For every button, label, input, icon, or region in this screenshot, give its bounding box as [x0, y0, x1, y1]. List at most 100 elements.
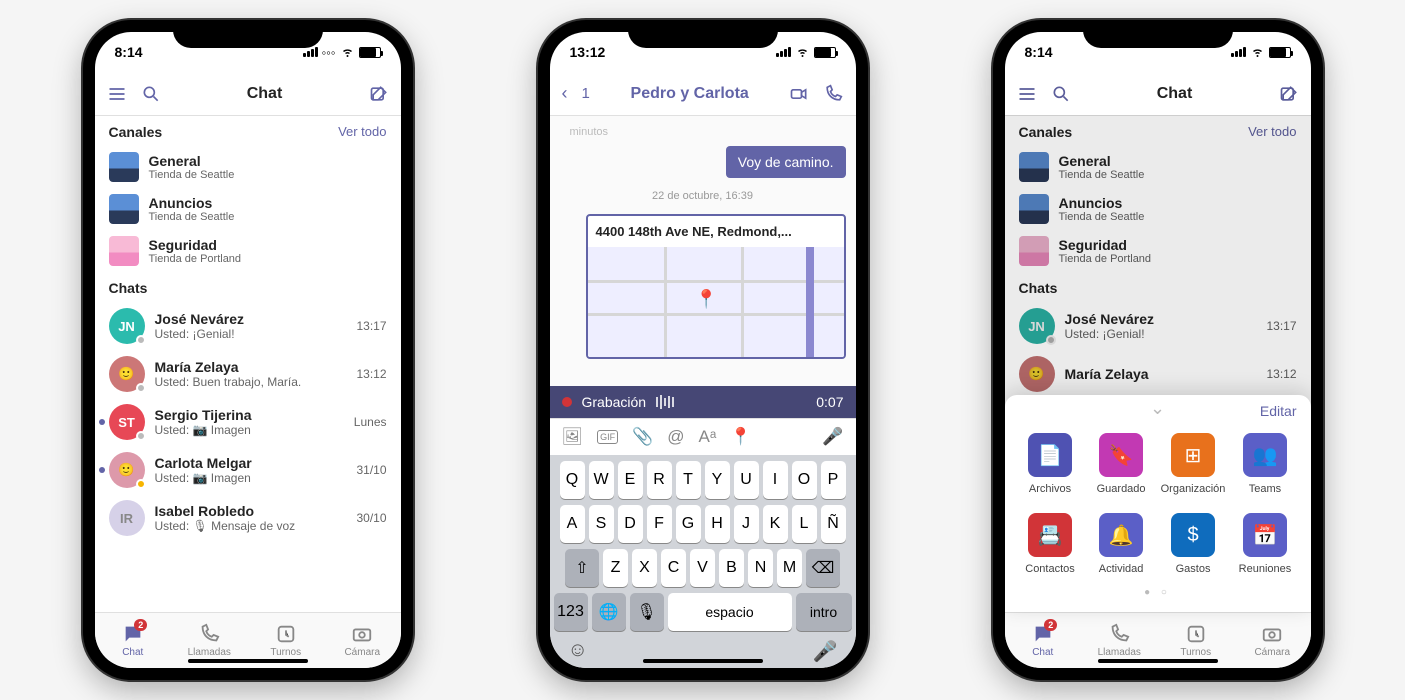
app-teams[interactable]: 👥Teams	[1233, 433, 1296, 495]
phone-app-drawer: 8:14 Chat CanalesVer todo GeneralTienda …	[993, 20, 1323, 680]
app-actividad[interactable]: 🔔Actividad	[1090, 513, 1153, 575]
menu-icon[interactable]	[107, 84, 127, 104]
key-j[interactable]: J	[734, 505, 759, 543]
back-button[interactable]: ‹1	[562, 83, 590, 104]
chat-preview: Usted: 📷 Imagen	[155, 471, 347, 485]
emoji-key[interactable]: ☺	[568, 639, 588, 664]
key-g[interactable]: G	[676, 505, 701, 543]
key-s[interactable]: S	[589, 505, 614, 543]
key-k[interactable]: K	[763, 505, 788, 543]
tab-label: Llamadas	[188, 647, 231, 658]
video-call-icon[interactable]	[789, 84, 809, 104]
attach-icon[interactable]: 📎	[632, 427, 653, 447]
key-p[interactable]: P	[821, 461, 846, 499]
key-x[interactable]: X	[632, 549, 657, 587]
channel-row[interactable]: GeneralTienda de Seattle	[95, 146, 401, 188]
tab-chat[interactable]: 2Chat	[1005, 613, 1082, 668]
numbers-key[interactable]: 123	[554, 593, 588, 631]
format-icon[interactable]: Aᵃ	[699, 427, 717, 447]
keyboard-mic-key[interactable]: 🎤	[813, 639, 838, 664]
key-f[interactable]: F	[647, 505, 672, 543]
chat-body[interactable]: minutos Voy de camino. 22 de octubre, 16…	[550, 116, 856, 386]
key-h[interactable]: H	[705, 505, 730, 543]
key-i[interactable]: I	[763, 461, 788, 499]
key-q[interactable]: Q	[560, 461, 585, 499]
app-reuniones[interactable]: 📅Reuniones	[1233, 513, 1296, 575]
key-l[interactable]: L	[792, 505, 817, 543]
enter-key[interactable]: intro	[796, 593, 852, 631]
chat-row[interactable]: 🙂Carlota MelgarUsted: 📷 Imagen31/10	[95, 446, 401, 494]
key-u[interactable]: U	[734, 461, 759, 499]
call-icon[interactable]	[823, 84, 843, 104]
key-r[interactable]: R	[647, 461, 672, 499]
tab-camera[interactable]: Cámara	[324, 613, 401, 668]
app-organización[interactable]: ⊞Organización	[1161, 433, 1226, 495]
channel-sub: Tienda de Seattle	[149, 169, 235, 181]
chat-preview: Usted: ¡Genial!	[155, 327, 347, 341]
chat-row[interactable]: JNJosé NevárezUsted: ¡Genial!13:17	[95, 302, 401, 350]
unread-indicator	[99, 419, 105, 425]
chat-title[interactable]: Pedro y Carlota	[631, 85, 749, 103]
search-icon[interactable]	[1051, 84, 1071, 104]
camera-icon	[1261, 623, 1283, 645]
mic-icon[interactable]: 🎤	[822, 427, 843, 447]
recording-bar[interactable]: Grabación 0:07	[550, 386, 856, 418]
menu-icon[interactable]	[1017, 84, 1037, 104]
app-archivos[interactable]: 📄Archivos	[1019, 433, 1082, 495]
key-a[interactable]: A	[560, 505, 585, 543]
channel-row[interactable]: AnunciosTienda de Seattle	[95, 188, 401, 230]
key-n[interactable]: N	[748, 549, 773, 587]
wifi-icon	[340, 46, 355, 58]
app-gastos[interactable]: $Gastos	[1161, 513, 1226, 575]
tab-chat[interactable]: 2Chat	[95, 613, 172, 668]
gif-icon[interactable]: GIF	[597, 430, 618, 444]
app-guardado[interactable]: 🔖Guardado	[1090, 433, 1153, 495]
key-c[interactable]: C	[661, 549, 686, 587]
search-icon[interactable]	[141, 84, 161, 104]
key-y[interactable]: Y	[705, 461, 730, 499]
section-title: Chats	[1019, 280, 1058, 296]
chat-row[interactable]: 🙂María ZelayaUsted: Buen trabajo, María.…	[95, 350, 401, 398]
compose-toolbar: 🖼 GIF 📎 @ Aᵃ 📍 🎤	[550, 418, 856, 455]
key-o[interactable]: O	[792, 461, 817, 499]
tab-label: Cámara	[344, 647, 380, 658]
key-v[interactable]: V	[690, 549, 715, 587]
tab-camera[interactable]: Cámara	[1234, 613, 1311, 668]
calendar-icon: 📅	[1243, 513, 1287, 557]
tab-label: Chat	[1032, 647, 1053, 658]
chat-row[interactable]: STSergio TijerinaUsted: 📷 ImagenLunes	[95, 398, 401, 446]
shift-key[interactable]: ⇧	[565, 549, 599, 587]
app-contactos[interactable]: 📇Contactos	[1019, 513, 1082, 575]
key-ñ[interactable]: Ñ	[821, 505, 846, 543]
dictate-key[interactable]: 🎙	[630, 593, 664, 631]
globe-key[interactable]: 🌐	[592, 593, 626, 631]
key-d[interactable]: D	[618, 505, 643, 543]
compose-icon[interactable]	[369, 84, 389, 104]
compose-icon[interactable]	[1279, 84, 1299, 104]
home-indicator[interactable]	[188, 659, 308, 663]
section-title: Canales	[109, 124, 163, 140]
home-indicator[interactable]	[643, 659, 763, 663]
key-z[interactable]: Z	[603, 549, 628, 587]
location-icon[interactable]: 📍	[730, 427, 751, 447]
key-b[interactable]: B	[719, 549, 744, 587]
key-e[interactable]: E	[618, 461, 643, 499]
camera-icon	[351, 623, 373, 645]
channel-name: Seguridad	[149, 237, 242, 253]
see-all-link[interactable]: Ver todo	[338, 124, 386, 140]
backspace-key[interactable]: ⌫	[806, 549, 840, 587]
chat-preview: Usted: 📷 Imagen	[155, 423, 344, 437]
channel-row[interactable]: SeguridadTienda de Portland	[95, 230, 401, 272]
mention-icon[interactable]: @	[667, 427, 684, 447]
wifi-icon: ◦◦◦	[322, 45, 336, 60]
location-card[interactable]: 4400 148th Ave NE, Redmond,... 📍	[586, 214, 846, 359]
key-t[interactable]: T	[676, 461, 701, 499]
chat-row[interactable]: IRIsabel RobledoUsted: 🎙 Mensaje de voz3…	[95, 494, 401, 542]
home-indicator[interactable]	[1098, 659, 1218, 663]
space-key[interactable]: espacio	[668, 593, 792, 631]
app-drawer[interactable]: ⌄ Editar 📄Archivos🔖Guardado⊞Organización…	[1005, 395, 1311, 612]
key-w[interactable]: W	[589, 461, 614, 499]
key-m[interactable]: M	[777, 549, 802, 587]
outgoing-message[interactable]: Voy de camino.	[726, 146, 846, 178]
image-icon[interactable]: 🖼	[562, 427, 584, 447]
